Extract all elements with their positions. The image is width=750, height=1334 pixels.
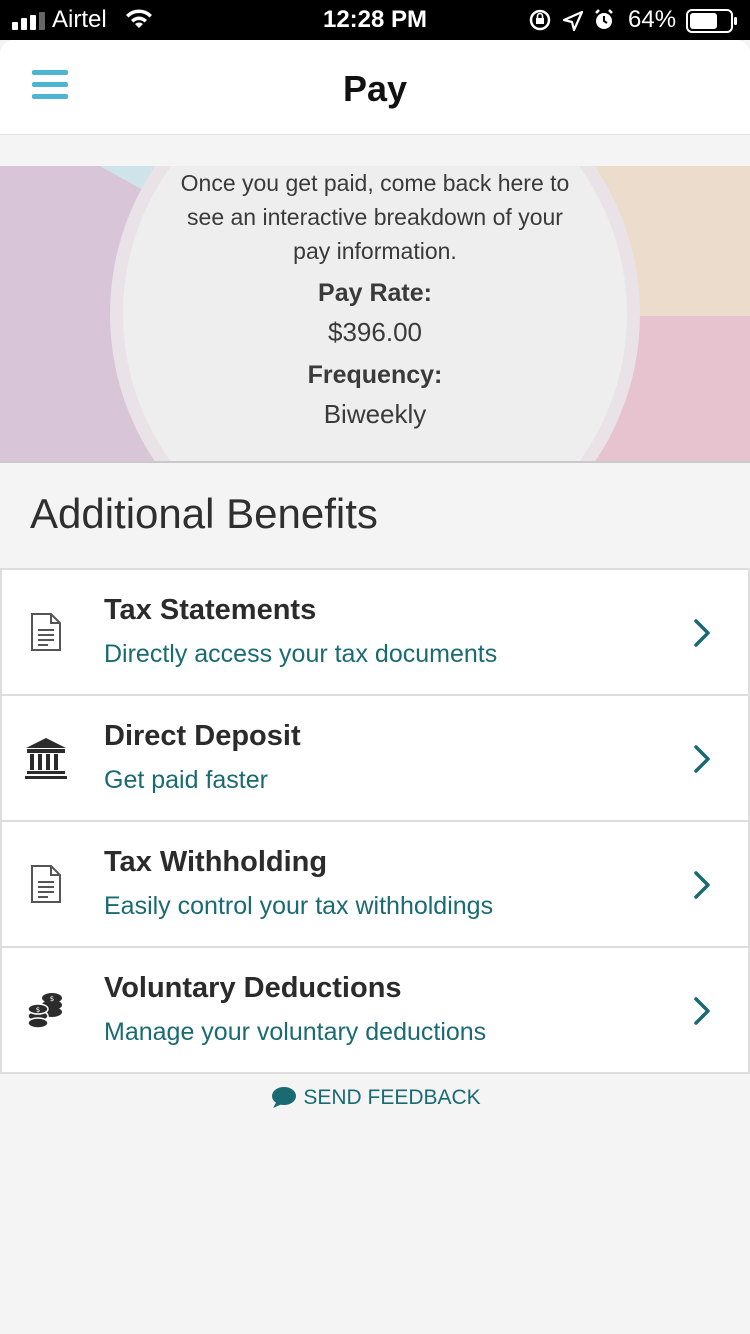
svg-text:$: $: [36, 1006, 40, 1014]
status-bar: Airtel 12:28 PM 64%: [0, 0, 750, 40]
chevron-right-icon: [694, 619, 710, 647]
benefits-list: Tax Statements Directly access your tax …: [0, 568, 750, 1074]
battery-percent: 64%: [628, 6, 677, 33]
benefit-title: Direct Deposit: [104, 720, 301, 752]
battery-icon: [686, 9, 737, 33]
benefit-item-direct-deposit[interactable]: Direct Deposit Get paid faster: [0, 696, 750, 822]
benefit-title: Voluntary Deductions: [104, 972, 402, 1004]
send-feedback-link[interactable]: SEND FEEDBACK: [0, 1086, 750, 1116]
location-icon: [562, 10, 584, 32]
frequency-label: Frequency:: [307, 361, 443, 389]
status-icons: [529, 9, 613, 32]
frequency-value: Biweekly: [323, 399, 427, 429]
chevron-right-icon: [694, 745, 710, 773]
bank-icon: [25, 738, 67, 779]
pay-rate-value: $396.00: [328, 317, 422, 347]
page-title: Pay: [342, 68, 408, 109]
send-feedback-label: SEND FEEDBACK: [303, 1086, 481, 1109]
pay-rate-label: Pay Rate:: [318, 279, 432, 307]
benefit-item-tax-withholding[interactable]: Tax Withholding Easily control your tax …: [0, 822, 750, 948]
benefit-subtitle: Easily control your tax withholdings: [104, 892, 494, 920]
pay-info-message: Once you get paid, come back here to see…: [180, 170, 570, 264]
chat-bubble-icon: [272, 1087, 297, 1108]
benefit-subtitle: Manage your voluntary deductions: [104, 1018, 487, 1046]
pay-breakdown-chart: Once you get paid, come back here to see…: [0, 166, 750, 463]
benefit-item-tax-statements[interactable]: Tax Statements Directly access your tax …: [0, 570, 750, 696]
benefit-title: Tax Withholding: [104, 846, 328, 878]
document-icon: [31, 613, 61, 651]
benefit-title: Tax Statements: [104, 594, 317, 626]
svg-text:$: $: [50, 995, 54, 1003]
pay-info: Once you get paid, come back here to see…: [175, 166, 575, 432]
chevron-right-icon: [694, 871, 710, 899]
benefit-subtitle: Directly access your tax documents: [104, 640, 498, 668]
document-icon: [31, 865, 61, 903]
benefit-subtitle: Get paid faster: [104, 766, 268, 794]
nav-bar: Pay: [0, 40, 750, 135]
benefit-item-voluntary-deductions[interactable]: $ $ Voluntary Deductions Manage your vol…: [0, 948, 750, 1074]
orientation-lock-icon: [529, 9, 551, 31]
section-title: Additional Benefits: [30, 490, 378, 537]
chevron-right-icon: [694, 997, 710, 1025]
alarm-icon: [595, 9, 613, 29]
coins-icon: $ $: [27, 993, 62, 1029]
